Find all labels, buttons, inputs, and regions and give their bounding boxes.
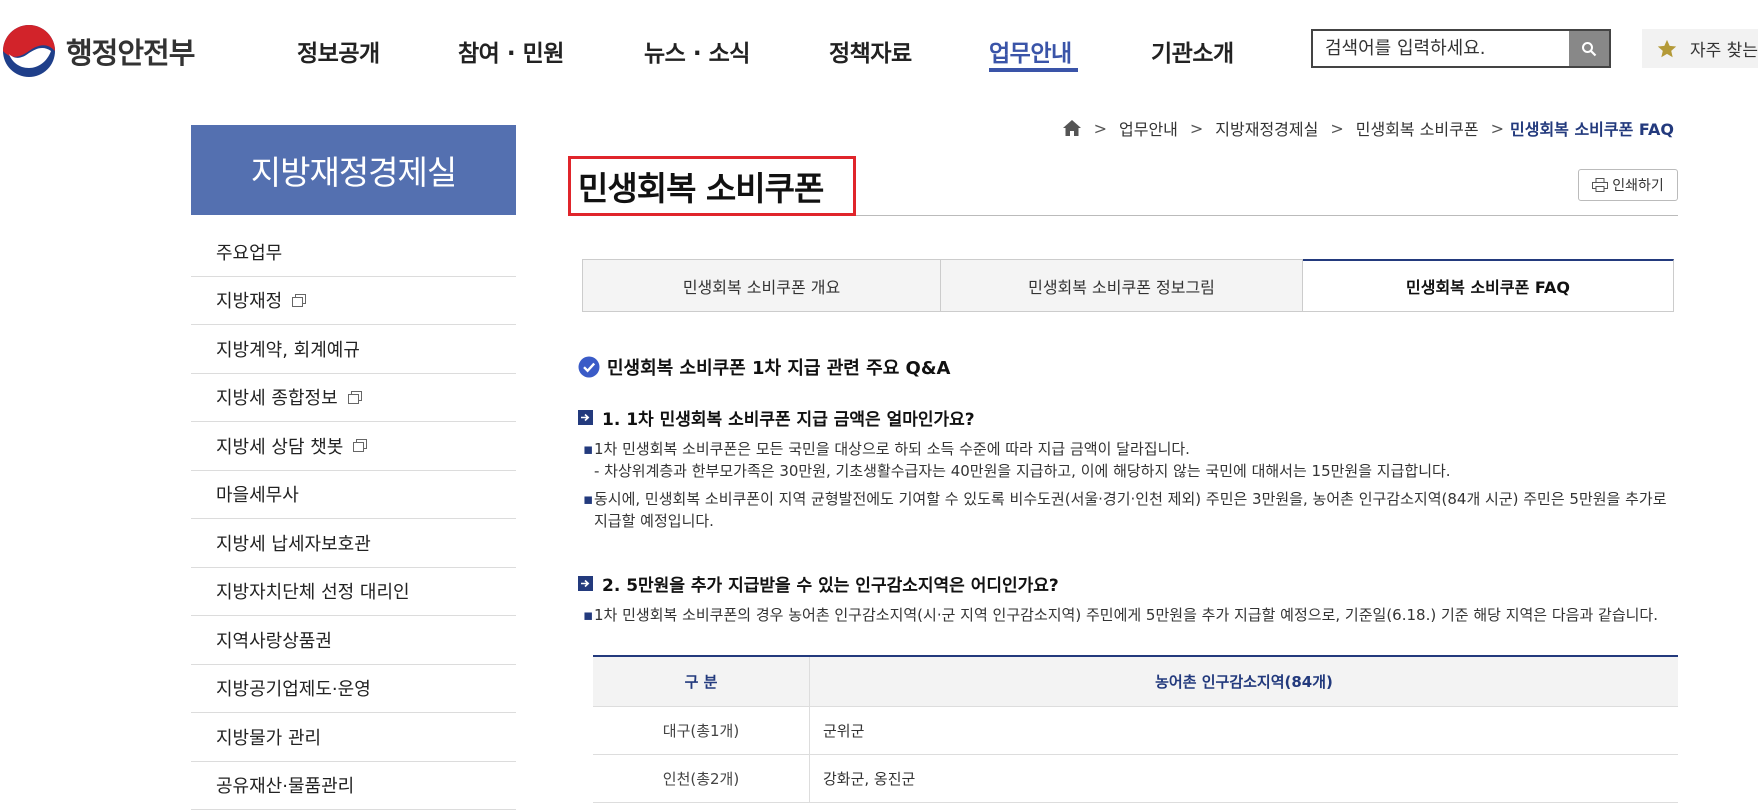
table-cell-region: 인천(총2개) xyxy=(593,755,810,802)
nav-item-info-disclosure[interactable]: 정보공개 xyxy=(297,34,380,68)
favorites-button[interactable]: 자주 찾는 xyxy=(1642,29,1758,68)
nav-item-news[interactable]: 뉴스 · 소식 xyxy=(644,34,750,68)
home-icon[interactable] xyxy=(1062,119,1082,137)
sidebar-item-main-work[interactable]: 주요업무 xyxy=(191,228,516,277)
table-row: 인천(총2개) 강화군, 옹진군 xyxy=(593,755,1678,803)
sidebar-item-label: 공유재산·물품관리 xyxy=(216,772,354,798)
sidebar-menu: 주요업무 지방재정 지방계약, 회계예규 지방세 종합정보 지방세 상담 챗봇 … xyxy=(191,228,516,810)
government-emblem-icon xyxy=(2,24,56,78)
title-divider xyxy=(856,215,1678,216)
new-window-icon xyxy=(348,391,362,404)
search-button[interactable] xyxy=(1569,31,1609,66)
sidebar-item-tax-chatbot[interactable]: 지방세 상담 챗봇 xyxy=(191,422,516,471)
check-circle-icon xyxy=(578,356,600,378)
sidebar-item-label: 마을세무사 xyxy=(216,481,299,507)
table-header-cell: 구 분 xyxy=(593,657,810,706)
sidebar-item-label: 지역사랑상품권 xyxy=(216,627,332,653)
favorites-label: 자주 찾는 xyxy=(1690,36,1758,61)
sidebar-item-local-finance[interactable]: 지방재정 xyxy=(191,277,516,326)
sidebar-item-label: 지방세 종합정보 xyxy=(216,384,338,410)
sidebar-item-agent-selection[interactable]: 지방자치단체 선정 대리인 xyxy=(191,568,516,617)
breadcrumb-item[interactable]: 민생회복 소비쿠폰 xyxy=(1356,116,1479,140)
table-header-cell: 농어촌 인구감소지역(84개) xyxy=(810,657,1678,706)
faq-question-2: 2. 5만원을 추가 지급받을 수 있는 인구감소지역은 어디인가요? xyxy=(578,571,1059,596)
breadcrumb-item[interactable]: 업무안내 xyxy=(1119,116,1178,140)
search-box xyxy=(1311,29,1611,68)
tab-overview[interactable]: 민생회복 소비쿠폰 개요 xyxy=(582,259,941,312)
breadcrumb: > 업무안내 > 지방재정경제실 > 민생회복 소비쿠폰 > 민생회복 소비쿠폰… xyxy=(1062,116,1674,140)
bullet-icon: ▪ xyxy=(583,488,593,510)
faq-answer-paragraph: ▪ 1차 민생회복 소비쿠폰의 경우 농어촌 인구감소지역(시·군 지역 인구감… xyxy=(583,604,1678,626)
faq-answer-paragraph: ▪ 동시에, 민생회복 소비쿠폰이 지역 균형발전에도 기여할 수 있도록 비수… xyxy=(583,488,1678,532)
region-table: 구 분 농어촌 인구감소지역(84개) 대구(총1개) 군위군 인천(총2개) … xyxy=(593,655,1678,803)
tab-infographic[interactable]: 민생회복 소비쿠폰 정보그림 xyxy=(941,259,1303,312)
print-label: 인쇄하기 xyxy=(1612,175,1664,195)
table-cell-areas: 군위군 xyxy=(810,707,1678,754)
sidebar-item-local-contracts[interactable]: 지방계약, 회계예규 xyxy=(191,325,516,374)
site-logo-text: 행정안전부 xyxy=(66,30,194,72)
table-cell-areas: 강화군, 옹진군 xyxy=(810,755,1678,802)
faq-answer-paragraph: ▪ 1차 민생회복 소비쿠폰은 모든 국민을 대상으로 하되 소득 수준에 따라… xyxy=(583,438,1678,482)
sidebar-item-label: 지방물가 관리 xyxy=(216,724,321,750)
sidebar-item-label: 지방자치단체 선정 대리인 xyxy=(216,578,410,604)
faq-question-text: 1. 1차 민생회복 소비쿠폰 지급 금액은 얼마인가요? xyxy=(602,405,975,430)
sidebar-item-label: 지방세 납세자보호관 xyxy=(216,530,371,556)
breadcrumb-separator: > xyxy=(1330,119,1343,138)
faq-answer-text: 1차 민생회복 소비쿠폰은 모든 국민을 대상으로 하되 소득 수준에 따라 지… xyxy=(583,438,1678,460)
bullet-icon: ▪ xyxy=(583,438,593,460)
nav-item-work-guide[interactable]: 업무안내 xyxy=(989,34,1072,68)
section-heading: 민생회복 소비쿠폰 1차 지급 관련 주요 Q&A xyxy=(578,354,950,380)
sidebar-item-local-prices[interactable]: 지방물가 관리 xyxy=(191,713,516,762)
nav-active-indicator xyxy=(989,68,1078,72)
table-row: 대구(총1개) 군위군 xyxy=(593,707,1678,755)
new-window-icon xyxy=(292,294,306,307)
breadcrumb-separator: > xyxy=(1094,119,1107,138)
site-header: 행정안전부 정보공개 참여 · 민원 뉴스 · 소식 정책자료 업무안내 기관소… xyxy=(0,0,1758,100)
sidebar-item-label: 지방세 상담 챗봇 xyxy=(216,433,343,459)
section-heading-text: 민생회복 소비쿠폰 1차 지급 관련 주요 Q&A xyxy=(607,354,950,380)
sidebar-item-village-tax-advisor[interactable]: 마을세무사 xyxy=(191,471,516,520)
arrow-right-icon xyxy=(578,576,593,591)
sidebar-title: 지방재정경제실 xyxy=(191,125,516,215)
page-title: 민생회복 소비쿠폰 xyxy=(578,162,823,210)
faq-question-1: 1. 1차 민생회복 소비쿠폰 지급 금액은 얼마인가요? xyxy=(578,405,975,430)
breadcrumb-item[interactable]: 지방재정경제실 xyxy=(1215,116,1318,140)
search-input[interactable] xyxy=(1313,31,1569,66)
nav-item-policy-data[interactable]: 정책자료 xyxy=(829,34,912,68)
sidebar-item-local-tax-info[interactable]: 지방세 종합정보 xyxy=(191,374,516,423)
content-tabs: 민생회복 소비쿠폰 개요 민생회복 소비쿠폰 정보그림 민생회복 소비쿠폰 FA… xyxy=(582,259,1674,312)
printer-icon xyxy=(1592,178,1608,192)
sidebar-item-taxpayer-protection[interactable]: 지방세 납세자보호관 xyxy=(191,519,516,568)
star-icon xyxy=(1656,38,1678,60)
sidebar-item-label: 주요업무 xyxy=(216,239,282,265)
sidebar-item-label: 지방재정 xyxy=(216,287,282,313)
faq-answer-text: 동시에, 민생회복 소비쿠폰이 지역 균형발전에도 기여할 수 있도록 비수도권… xyxy=(583,488,1678,532)
breadcrumb-separator: > xyxy=(1190,119,1203,138)
breadcrumb-current: 민생회복 소비쿠폰 FAQ xyxy=(1510,116,1674,140)
arrow-right-icon xyxy=(578,410,593,425)
faq-answer-subtext: - 차상위계층과 한부모가족은 30만원, 기초생활수급자는 40만원을 지급하… xyxy=(583,460,1678,482)
nav-item-about[interactable]: 기관소개 xyxy=(1151,34,1234,68)
breadcrumb-separator: > xyxy=(1491,119,1504,138)
sidebar-item-public-enterprise[interactable]: 지방공기업제도·운영 xyxy=(191,665,516,714)
print-button[interactable]: 인쇄하기 xyxy=(1578,169,1678,201)
sidebar-item-public-property[interactable]: 공유재산·물품관리 xyxy=(191,762,516,810)
nav-item-participation[interactable]: 참여 · 민원 xyxy=(458,34,564,68)
sidebar-item-local-voucher[interactable]: 지역사랑상품권 xyxy=(191,616,516,665)
table-cell-region: 대구(총1개) xyxy=(593,707,810,754)
site-logo[interactable]: 행정안전부 xyxy=(2,24,194,78)
sidebar-item-label: 지방계약, 회계예규 xyxy=(216,336,360,362)
table-header-row: 구 분 농어촌 인구감소지역(84개) xyxy=(593,657,1678,707)
sidebar-item-label: 지방공기업제도·운영 xyxy=(216,675,371,701)
new-window-icon xyxy=(353,439,367,452)
faq-answer-text: 1차 민생회복 소비쿠폰의 경우 농어촌 인구감소지역(시·군 지역 인구감소지… xyxy=(583,604,1678,626)
faq-question-text: 2. 5만원을 추가 지급받을 수 있는 인구감소지역은 어디인가요? xyxy=(602,571,1059,596)
search-icon xyxy=(1581,41,1597,57)
tab-faq[interactable]: 민생회복 소비쿠폰 FAQ xyxy=(1303,259,1674,312)
bullet-icon: ▪ xyxy=(583,604,593,626)
